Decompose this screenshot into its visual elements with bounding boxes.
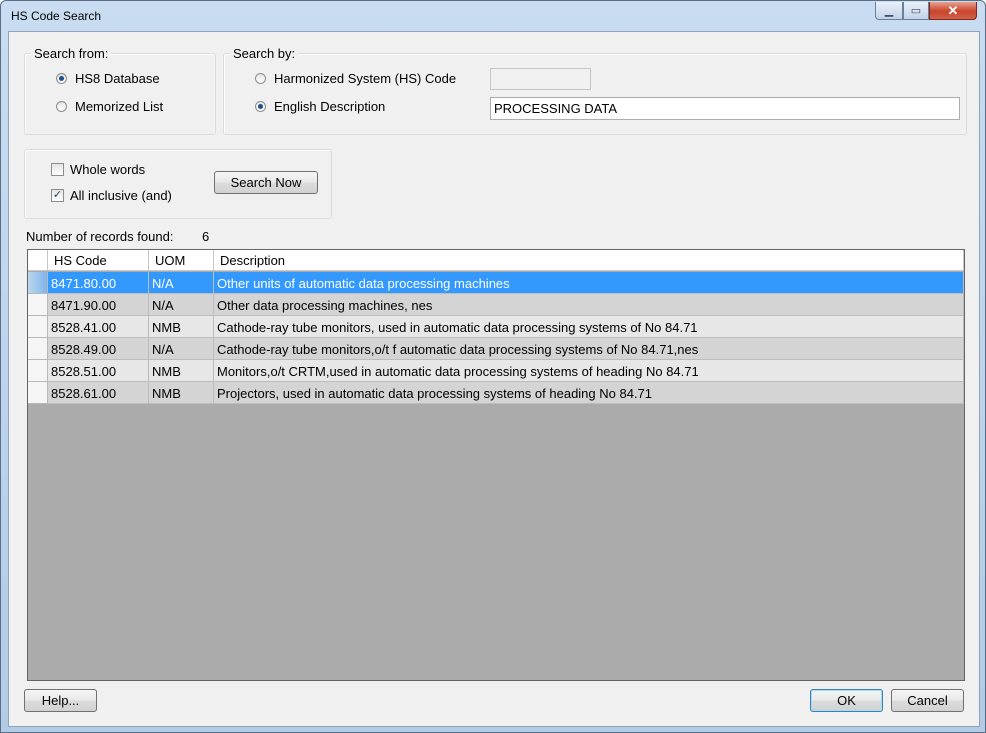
checkbox-whole-words[interactable]: Whole words [51,162,145,177]
checkbox-all-inclusive-label: All inclusive (and) [70,188,172,203]
cell-uom: N/A [149,272,214,294]
column-header-description[interactable]: Description [214,250,964,271]
cell-uom: NMB [149,316,214,338]
column-header-hs-code[interactable]: HS Code [48,250,149,271]
checkbox-all-inclusive[interactable]: ✓ All inclusive (and) [51,188,172,203]
cell-uom: N/A [149,338,214,360]
table-row[interactable]: 8528.41.00 NMB Cathode-ray tube monitors… [28,316,964,338]
radio-english-description-circle[interactable] [255,101,266,112]
cell-description: Other data processing machines, nes [214,294,964,316]
cell-description: Cathode-ray tube monitors,o/t f automati… [214,338,964,360]
table-row[interactable]: 8528.51.00 NMB Monitors,o/t CRTM,used in… [28,360,964,382]
search-by-group: Search by: Harmonized System (HS) Code E… [223,46,967,135]
row-selector[interactable] [28,382,48,404]
hs-code-search-window: HS Code Search ▁ ▭ ✕ Search from: HS8 Da… [0,0,986,733]
grid-corner-cell [28,250,48,271]
checkmark-icon: ✓ [52,189,63,201]
column-header-uom[interactable]: UOM [149,250,214,271]
radio-memorized-list-circle[interactable] [56,101,67,112]
cell-hs-code: 8471.80.00 [48,272,149,294]
cell-description: Other units of automatic data processing… [214,272,964,294]
english-description-input[interactable]: PROCESSING DATA [490,97,960,120]
cell-hs-code: 8528.51.00 [48,360,149,382]
table-row[interactable]: 8471.90.00 N/A Other data processing mac… [28,294,964,316]
search-from-label: Search from: [31,46,112,61]
cell-description: Projectors, used in automatic data proce… [214,382,964,404]
cell-uom: NMB [149,360,214,382]
minimize-icon: ▁ [884,5,894,17]
search-from-group: Search from: HS8 Database Memorized List [24,46,216,135]
close-button[interactable]: ✕ [929,2,977,20]
radio-selected-dot [258,104,263,109]
cell-hs-code: 8528.41.00 [48,316,149,338]
cancel-button[interactable]: Cancel [891,689,964,712]
radio-hs8-database-circle[interactable] [56,73,67,84]
maximize-icon: ▭ [910,5,922,17]
search-now-button[interactable]: Search Now [214,171,318,194]
row-selector[interactable] [28,360,48,382]
hs-code-input[interactable] [490,68,591,90]
row-selector[interactable] [28,338,48,360]
minimize-button[interactable]: ▁ [875,2,903,20]
radio-selected-dot [59,76,64,81]
row-selector[interactable] [28,294,48,316]
help-button[interactable]: Help... [24,689,97,712]
radio-hs8-database[interactable]: HS8 Database [56,71,160,86]
records-found-label: Number of records found: [26,229,174,244]
row-selector[interactable] [28,272,48,294]
results-grid[interactable]: HS Code UOM Description 8471.80.00 N/A O… [27,249,965,681]
cell-hs-code: 8471.90.00 [48,294,149,316]
cell-uom: N/A [149,294,214,316]
cell-description: Monitors,o/t CRTM,used in automatic data… [214,360,964,382]
dialog-client-area: Search from: HS8 Database Memorized List… [8,31,980,727]
cell-uom: NMB [149,382,214,404]
radio-english-description-label: English Description [274,99,386,114]
checkbox-whole-words-label: Whole words [70,162,146,177]
radio-hs8-database-label: HS8 Database [75,71,160,86]
search-options-group: Whole words ✓ All inclusive (and) Search… [24,149,332,219]
radio-memorized-list[interactable]: Memorized List [56,99,163,114]
table-row[interactable]: 8471.80.00 N/A Other units of automatic … [28,272,964,294]
row-selector[interactable] [28,316,48,338]
cell-hs-code: 8528.49.00 [48,338,149,360]
window-title: HS Code Search [11,9,102,23]
search-by-label: Search by: [230,46,299,61]
radio-memorized-list-label: Memorized List [75,99,164,114]
table-row[interactable]: 8528.49.00 N/A Cathode-ray tube monitors… [28,338,964,360]
radio-english-description[interactable]: English Description [255,99,385,114]
radio-hs-code-circle[interactable] [255,73,266,84]
records-found-count: 6 [202,229,210,244]
close-icon: ✕ [947,2,959,18]
ok-button[interactable]: OK [810,689,883,712]
checkbox-whole-words-box[interactable] [51,163,64,176]
checkbox-all-inclusive-box[interactable]: ✓ [51,189,64,202]
table-row[interactable]: 8528.61.00 NMB Projectors, used in autom… [28,382,964,404]
radio-hs-code[interactable]: Harmonized System (HS) Code [255,71,456,86]
title-bar[interactable]: HS Code Search ▁ ▭ ✕ [1,1,985,31]
radio-hs-code-label: Harmonized System (HS) Code [274,71,457,86]
maximize-button[interactable]: ▭ [903,2,929,20]
cell-description: Cathode-ray tube monitors, used in autom… [214,316,964,338]
cell-hs-code: 8528.61.00 [48,382,149,404]
grid-header: HS Code UOM Description [28,250,964,271]
